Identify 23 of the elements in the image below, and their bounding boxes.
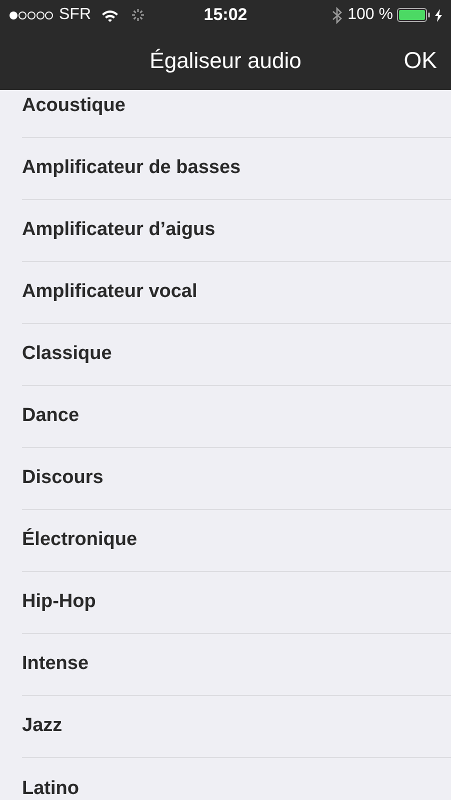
- preset-item[interactable]: Acoustique: [22, 92, 126, 121]
- preset-item[interactable]: Électronique: [22, 526, 138, 555]
- ok-button[interactable]: OK: [404, 42, 437, 78]
- bluetooth-icon: [332, 6, 342, 24]
- signal-icon: [9, 10, 53, 20]
- preset-item[interactable]: Classique: [22, 340, 112, 369]
- preset-item[interactable]: Discours: [22, 464, 104, 493]
- preset-item[interactable]: Latino: [22, 774, 79, 800]
- preset-item[interactable]: Dance: [22, 402, 80, 431]
- nav-title: Égaliseur audio: [150, 46, 302, 75]
- preset-item[interactable]: Intense: [22, 650, 89, 679]
- charging-bolt-icon: [435, 8, 442, 22]
- preset-item[interactable]: Amplificateur d’aigus: [22, 216, 216, 245]
- wifi-icon: [101, 8, 119, 22]
- battery-icon: [397, 8, 431, 22]
- preset-item[interactable]: Amplificateur de basses: [22, 154, 241, 183]
- carrier-name: SFR: [59, 5, 91, 25]
- clock-time: 15:02: [204, 4, 248, 26]
- preset-item[interactable]: Hip-Hop: [22, 588, 96, 617]
- preset-item[interactable]: Jazz: [22, 712, 62, 741]
- spinner-icon: [131, 8, 145, 22]
- battery-percentage: 100 %: [348, 5, 393, 25]
- preset-item[interactable]: Amplificateur vocal: [22, 278, 198, 307]
